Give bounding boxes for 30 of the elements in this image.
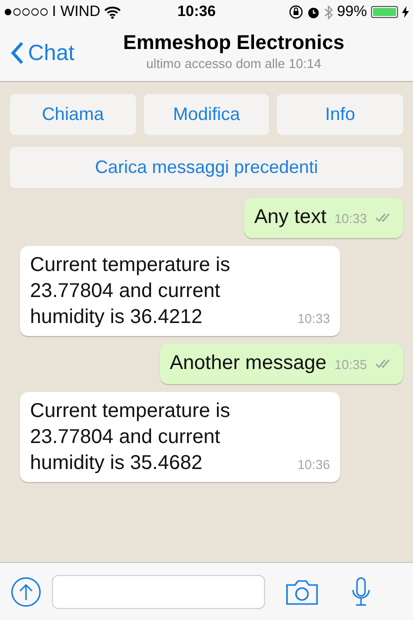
action-button[interactable]: Modifica xyxy=(144,94,270,135)
battery-icon xyxy=(371,6,398,18)
alarm-icon xyxy=(306,6,320,18)
action-button[interactable]: Info xyxy=(277,94,404,135)
message-text: Current temperature is 23.77804 and current humidity is 35.4682 xyxy=(30,399,232,476)
microphone-icon[interactable] xyxy=(351,576,371,608)
last-seen: ultimo accesso dom alle 10:14 xyxy=(146,54,322,73)
bluetooth-icon xyxy=(324,4,333,20)
carrier-name: I WIND xyxy=(52,2,100,22)
message-time: 10:33 xyxy=(297,310,330,328)
back-button[interactable]: Chat xyxy=(0,36,74,69)
rotation-lock-icon xyxy=(288,5,303,19)
message-time: 10:36 xyxy=(297,456,330,474)
message-time: 10:35 xyxy=(334,356,367,374)
message-text: Another message xyxy=(170,351,326,376)
battery-percent: 99% xyxy=(336,2,367,22)
action-button[interactable]: Chiama xyxy=(10,94,136,135)
charging-icon xyxy=(402,6,409,18)
message-text: Current temperature is 23.77804 and current humidity is 36.4212 xyxy=(30,253,232,330)
message-input[interactable] xyxy=(52,574,265,608)
contact-name: Emmeshop Electronics xyxy=(123,32,344,54)
signal-icon xyxy=(4,8,48,16)
message-text: Any text xyxy=(254,205,326,230)
wifi-icon xyxy=(104,6,122,18)
load-earlier-button[interactable]: Carica messaggi precedenti xyxy=(10,147,403,188)
status-time: 10:36 xyxy=(176,2,217,22)
back-chevron-icon xyxy=(10,40,24,64)
message-time: 10:33 xyxy=(334,210,367,228)
camera-icon[interactable] xyxy=(285,578,319,606)
share-button[interactable] xyxy=(10,576,42,608)
